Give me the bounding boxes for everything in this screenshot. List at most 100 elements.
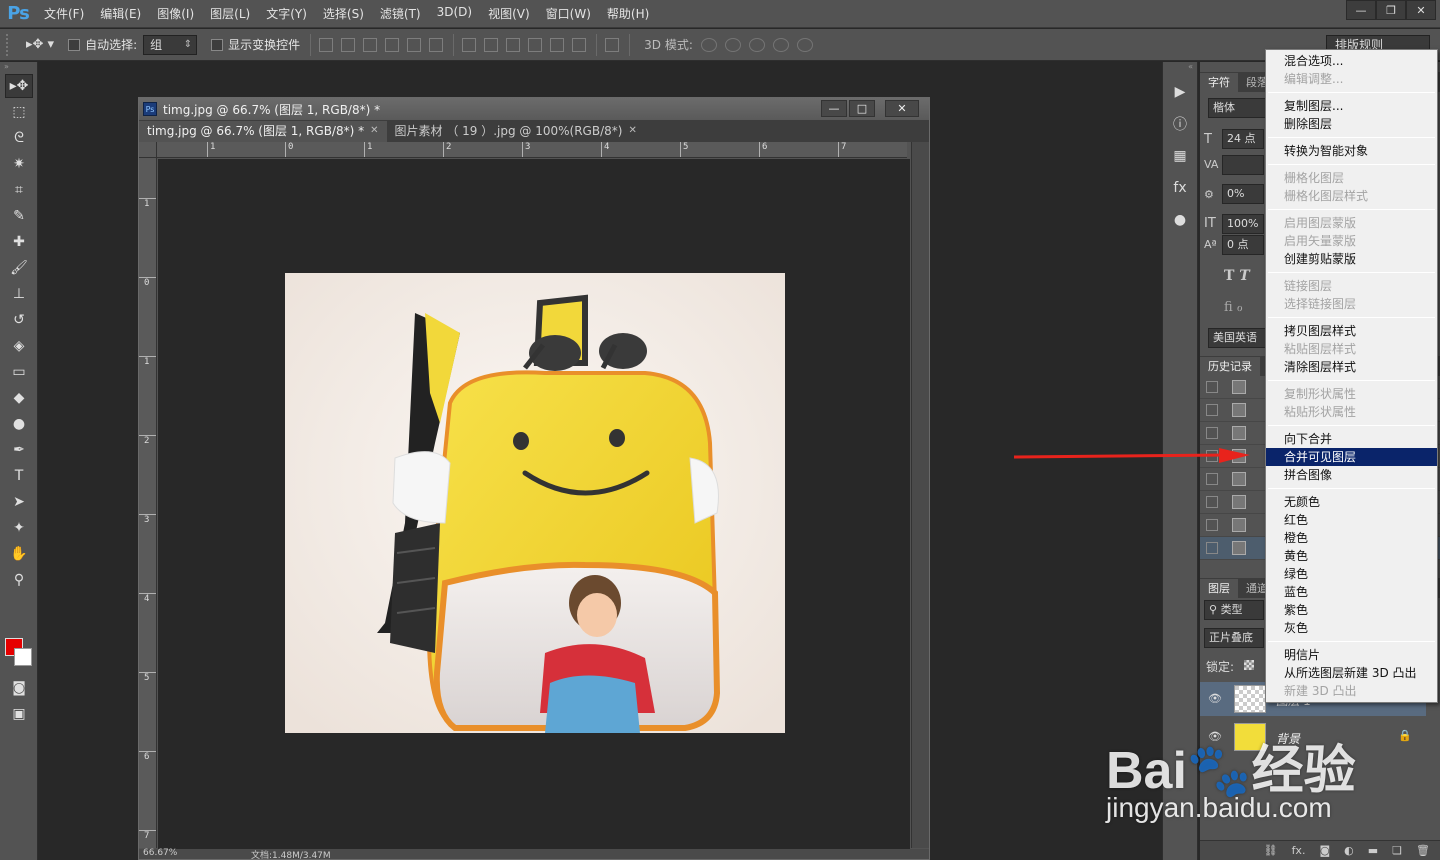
menu-item[interactable]: 滤镜(T) [372,5,429,22]
distribute-top-icon[interactable] [462,37,477,52]
context-menu-item[interactable]: 删除图层 [1266,115,1437,133]
context-menu-item[interactable]: 向下合并 [1266,430,1437,448]
add-style-icon[interactable]: fx. [1292,844,1306,857]
crop-tool-icon[interactable]: ⌗ [5,178,33,202]
context-menu-item[interactable]: 蓝色 [1266,583,1437,601]
language-select[interactable]: 美国英语 [1208,328,1268,348]
ruler-origin[interactable] [139,142,157,158]
3d-slide-icon[interactable] [772,37,789,52]
tab-close-icon[interactable]: ✕ [628,121,636,142]
kerning-field[interactable] [1222,155,1264,175]
snapshot-checkbox[interactable] [1206,381,1218,393]
dock-collapse-icon[interactable]: « [1163,62,1197,72]
layer-name[interactable]: 背景 [1276,730,1300,747]
tab-image-material[interactable]: 图片素材 （ 19 ）.jpg @ 100%(RGB/8*) ✕ [387,121,645,142]
tab-timg[interactable]: timg.jpg @ 66.7% (图层 1, RGB/8*) * ✕ [139,121,387,142]
layer-row-background[interactable]: 👁 背景 🔒 [1200,720,1426,754]
blend-mode-select[interactable]: 正片叠底 [1204,628,1264,648]
3d-rotate-icon[interactable] [700,37,717,52]
new-layer-icon[interactable]: ❏ [1392,844,1402,857]
dodge-tool-icon[interactable]: ● [5,412,33,436]
tools-panel-collapse-icon[interactable]: » [0,62,37,72]
context-menu-item[interactable]: 黄色 [1266,547,1437,565]
gradient-tool-icon[interactable]: ▭ [5,360,33,384]
align-top-icon[interactable] [319,37,334,52]
visibility-eye-icon[interactable]: 👁 [1208,730,1222,743]
distribute-bottom-icon[interactable] [506,37,521,52]
brush-tool-icon[interactable]: 🖌 [5,256,33,280]
horizontal-ruler[interactable]: 1 0 1 2 3 4 5 6 7 [157,142,907,158]
ligature-icon[interactable]: fi ℴ [1224,300,1243,315]
snapshot-checkbox[interactable] [1206,519,1218,531]
healing-brush-tool-icon[interactable]: ✚ [5,230,33,254]
visibility-eye-icon[interactable]: 👁 [1208,692,1222,705]
context-menu-item[interactable]: 红色 [1266,511,1437,529]
context-menu-item[interactable]: 复制图层... [1266,97,1437,115]
menu-item[interactable]: 帮助(H) [599,5,657,22]
menu-item[interactable]: 窗口(W) [538,5,599,22]
menu-item-merge-visible-selected[interactable]: 合并可见图层 [1266,448,1437,466]
3d-pan-icon[interactable] [748,37,765,52]
clone-stamp-tool-icon[interactable]: ⊥ [5,282,33,306]
menu-item[interactable]: 文件(F) [36,5,92,22]
lasso-tool-icon[interactable]: ᘓ [5,126,33,150]
menu-item[interactable]: 选择(S) [315,5,372,22]
snapshot-checkbox[interactable] [1206,404,1218,416]
align-right-icon[interactable] [429,37,444,52]
styles-icon[interactable]: fx [1167,176,1193,200]
adjustment-layer-icon[interactable]: ◐ [1344,844,1354,857]
lock-transparent-icon[interactable] [1244,660,1254,670]
menu-item[interactable]: 编辑(E) [92,5,149,22]
quick-mask-icon[interactable]: ◙ [5,676,33,700]
magic-wand-tool-icon[interactable]: ✷ [5,152,33,176]
menu-item[interactable]: 图像(I) [149,5,202,22]
snapshot-checkbox[interactable] [1206,473,1218,485]
zoom-tool-icon[interactable]: ⚲ [5,568,33,592]
delete-layer-icon[interactable]: 🗑 [1416,844,1430,857]
distribute-left-icon[interactable] [528,37,543,52]
vertical-ruler[interactable]: 1 0 1 2 3 4 5 6 7 [139,158,157,848]
context-menu-item[interactable]: 紫色 [1266,601,1437,619]
tab-character[interactable]: 字符 [1200,73,1238,92]
hand-tool-icon[interactable]: ✋ [5,542,33,566]
tab-layers[interactable]: 图层 [1200,579,1238,598]
link-layers-icon[interactable]: ⛓ [1264,844,1278,857]
distribute-vcenter-icon[interactable] [484,37,499,52]
play-action-icon[interactable]: ▶ [1167,80,1193,104]
tab-close-icon[interactable]: ✕ [370,121,378,142]
distribute-hcenter-icon[interactable] [550,37,565,52]
path-selection-tool-icon[interactable]: ➤ [5,490,33,514]
baseline-shift-field[interactable]: 0 点 [1222,235,1264,255]
font-size-field[interactable]: 24 点 [1222,129,1264,149]
snapshot-checkbox[interactable] [1206,542,1218,554]
auto-select-dropdown[interactable]: 组 [143,34,198,55]
history-brush-tool-icon[interactable]: ↺ [5,308,33,332]
snapshot-checkbox[interactable] [1206,427,1218,439]
context-menu-item[interactable]: 混合选项... [1266,52,1437,70]
auto-select-checkbox[interactable] [68,38,81,51]
doc-size[interactable]: 文档:1.48M/3.47M [251,848,331,860]
layer-filter-kind[interactable]: ⚲ 类型 [1204,600,1264,620]
eraser-tool-icon[interactable]: ◈ [5,334,33,358]
zoom-level[interactable]: 66.67% [143,848,177,858]
doc-close-button[interactable]: ✕ [885,100,919,117]
background-color-swatch[interactable] [14,648,32,666]
shape-tool-icon[interactable]: ✦ [5,516,33,540]
screen-mode-icon[interactable]: ▣ [5,702,33,726]
auto-align-icon[interactable] [605,37,620,52]
vertical-scrollbar[interactable] [911,142,929,848]
menu-item[interactable]: 图层(L) [202,5,258,22]
new-group-icon[interactable]: ▬ [1368,844,1378,857]
context-menu-item[interactable]: 从所选图层新建 3D 凸出 [1266,664,1437,682]
blur-tool-icon[interactable]: ◆ [5,386,33,410]
menu-item[interactable]: 文字(Y) [258,5,315,22]
vertical-scale-field[interactable]: 100% [1222,214,1264,234]
font-family-select[interactable]: 楷体 [1208,98,1268,118]
menu-item[interactable]: 3D(D) [429,5,480,22]
tab-history[interactable]: 历史记录 [1200,357,1260,376]
info-icon[interactable]: ⓘ [1167,112,1193,136]
align-bottom-icon[interactable] [363,37,378,52]
swatches-icon[interactable]: ▦ [1167,144,1193,168]
distribute-right-icon[interactable] [572,37,587,52]
close-button[interactable]: ✕ [1406,0,1436,20]
